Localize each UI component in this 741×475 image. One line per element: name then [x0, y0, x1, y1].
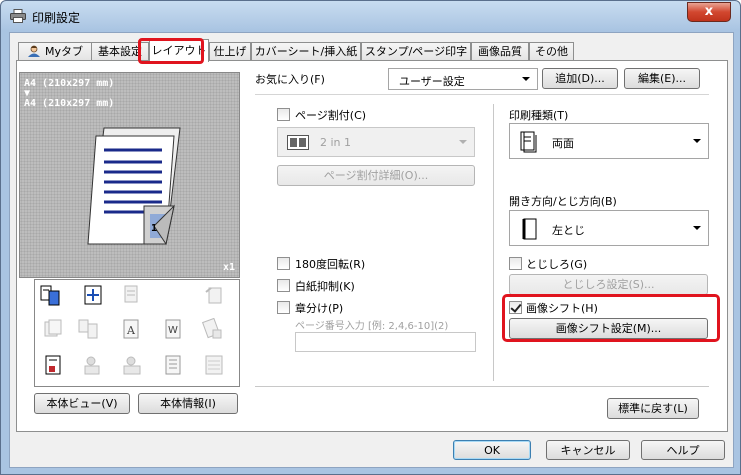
print-type-value: 両面: [552, 137, 574, 150]
rotate180-checkbox[interactable]: [277, 257, 290, 270]
close-button[interactable]: x: [687, 2, 731, 22]
rotate180-label: 180度回転(R): [295, 258, 366, 271]
chapter-label: 章分け(P): [295, 302, 344, 315]
svg-text:W: W: [168, 325, 178, 336]
column-separator: [493, 104, 494, 381]
tab-label: 画像品質: [478, 45, 522, 58]
skip-blank-checkbox[interactable]: [277, 279, 290, 292]
page-combine-details-button[interactable]: ページ割付詳細(O)...: [277, 165, 475, 186]
cancel-button[interactable]: キャンセル: [546, 440, 630, 460]
tab-image-quality[interactable]: 画像品質: [471, 42, 529, 61]
favorites-select[interactable]: ユーザー設定: [388, 68, 538, 90]
chapter-page-input[interactable]: [295, 332, 476, 352]
copies-indicator: x1: [222, 262, 235, 273]
duplex-page-icon: [520, 131, 537, 153]
paper-size-original: A4 (210x297 mm): [24, 78, 115, 89]
reset-defaults-button[interactable]: 標準に戻す(L): [607, 398, 699, 419]
secure-print-disabled-icon: [201, 318, 222, 339]
tab-finishing[interactable]: 仕上げ: [209, 42, 251, 61]
chevron-down-icon: [522, 77, 530, 81]
page-combine-checkbox[interactable]: [277, 108, 290, 121]
binding-select[interactable]: 左とじ: [509, 210, 709, 246]
tab-label: その他: [535, 45, 568, 58]
favorites-label: お気に入り(F): [255, 73, 325, 86]
chevron-down-icon: [459, 140, 467, 144]
binding-label: 開き方向/とじ方向(B): [509, 195, 617, 208]
device-info-button[interactable]: 本体情報(I): [138, 393, 238, 414]
tab-other[interactable]: その他: [529, 42, 574, 61]
print-type-label: 印刷種類(T): [509, 109, 569, 122]
tab-label: Myタブ: [44, 45, 83, 58]
chevron-down-icon: [693, 226, 701, 230]
favorites-value: ユーザー設定: [399, 75, 465, 88]
margin-settings-button[interactable]: とじしろ設定(S)...: [509, 274, 708, 295]
copy-disabled-icon: [124, 285, 138, 303]
skip-blank-label: 白紙抑制(K): [295, 280, 355, 293]
chapter-checkbox[interactable]: [277, 301, 290, 314]
image-shift-highlight-frame: [502, 294, 720, 342]
user-icon: [27, 45, 40, 57]
function-icon-panel: A W: [34, 279, 240, 387]
margin-checkbox[interactable]: [509, 257, 522, 270]
text-a-icon: A: [123, 319, 139, 339]
chapter-page-input-label: ページ番号入力 [例: 2,4,6-10](2): [295, 321, 449, 332]
paper-size-output: A4 (210x297 mm): [24, 98, 115, 109]
page-number: 1: [151, 223, 158, 234]
tab-label: スタンプ/ページ印字: [364, 45, 468, 58]
two-in-one-icon: [287, 135, 309, 150]
paper-preview: A4 (210x297 mm) ▼ A4 (210x297 mm) 1 x1: [19, 72, 240, 278]
svg-text:A: A: [126, 324, 136, 337]
tab-my-tab[interactable]: Myタブ: [18, 42, 92, 61]
page-combine-label: ページ割付(C): [295, 109, 367, 122]
page-combine-select[interactable]: 2 in 1: [277, 127, 475, 157]
user-group-disabled-icon: [123, 356, 141, 375]
add-favorite-button[interactable]: 追加(D)...: [542, 68, 618, 89]
device-view-button[interactable]: 本体ビュー(V): [34, 393, 130, 414]
ok-button[interactable]: OK: [453, 440, 531, 460]
help-button[interactable]: ヘルプ: [641, 440, 725, 460]
stack-disabled-icon: [44, 319, 62, 337]
window-title: 印刷設定: [32, 11, 81, 25]
page-combine-value: 2 in 1: [320, 136, 352, 149]
w-document-icon: W: [165, 319, 181, 339]
page-preview-icon: [87, 127, 181, 246]
title-bar: 印刷設定 x: [1, 1, 740, 31]
binding-value: 左とじ: [552, 224, 585, 237]
duplex-icon[interactable]: [40, 284, 62, 306]
printer-icon: [10, 9, 26, 23]
move-icon[interactable]: [83, 284, 105, 306]
bind-disabled-icon: [205, 355, 223, 375]
page-order-icon[interactable]: [43, 354, 65, 376]
bottom-separator: [255, 386, 709, 387]
tab-label: カバーシート/挿入紙: [254, 45, 358, 58]
tab-label: 基本設定: [98, 45, 142, 58]
margin-label: とじしろ(G): [526, 258, 588, 271]
print-settings-window: 印刷設定 x Myタブ 基本設定 レイアウト 仕上げ カバーシート/挿入紙 スタ…: [0, 0, 741, 475]
booklet-disabled-icon: [78, 319, 98, 339]
doc-list-icon: [165, 355, 181, 375]
chevron-down-icon: [693, 139, 701, 143]
left-binding-icon: [522, 218, 537, 240]
group-disabled-icon: [84, 356, 100, 375]
edit-favorite-button[interactable]: 編集(E)...: [624, 68, 700, 89]
print-type-select[interactable]: 両面: [509, 123, 709, 159]
rotate-disabled-icon: [205, 287, 222, 304]
tab-label: 仕上げ: [213, 45, 247, 58]
tab-highlight-frame: [138, 38, 204, 64]
tab-stamp-page[interactable]: スタンプ/ページ印字: [361, 42, 471, 61]
tab-cover-insert[interactable]: カバーシート/挿入紙: [251, 42, 361, 61]
